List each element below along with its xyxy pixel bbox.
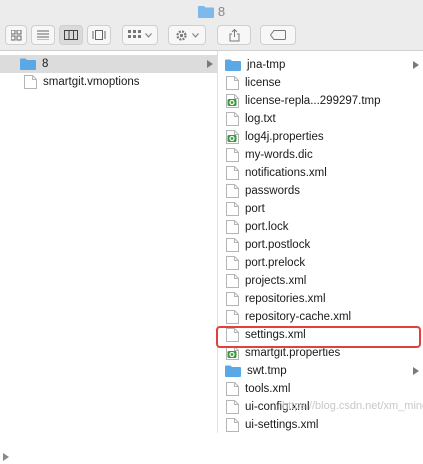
list-item[interactable]: log4j.properties [218, 128, 423, 146]
list-item[interactable]: projects.xml [218, 272, 423, 290]
document-icon [226, 184, 239, 198]
document-icon [226, 112, 239, 126]
chevron-down-icon [192, 32, 199, 38]
list-item[interactable]: swt.tmp [218, 362, 423, 380]
list-item[interactable]: port.lock [218, 218, 423, 236]
document-icon [226, 310, 239, 324]
title-bar: 8 [0, 0, 423, 22]
gear-icon [176, 29, 187, 41]
folder-icon [225, 365, 241, 377]
list-item[interactable]: my-words.dic [218, 146, 423, 164]
list-item[interactable]: port [218, 200, 423, 218]
folder-icon [20, 58, 36, 70]
properties-file-icon [226, 94, 239, 108]
toolbar [0, 22, 423, 51]
chevron-right-icon [413, 56, 419, 74]
list-item[interactable]: port.prelock [218, 254, 423, 272]
horizontal-scrollbar[interactable] [0, 450, 217, 464]
list-item-label: my-words.dic [245, 149, 313, 161]
list-item-label: port.prelock [245, 257, 306, 269]
list-item-label: smartgit.vmoptions [43, 76, 140, 88]
list-item[interactable]: tools.xml [218, 380, 423, 398]
list-item-label: license [245, 77, 281, 89]
list-item[interactable]: license [218, 74, 423, 92]
list-item-label: notifications.xml [245, 167, 327, 179]
list-item[interactable]: passwords [218, 182, 423, 200]
window-title-text: 8 [217, 3, 226, 19]
gallery-view-button[interactable] [87, 25, 111, 45]
group-icon [128, 29, 141, 38]
properties-file-icon [226, 130, 239, 144]
tags-button[interactable] [260, 25, 296, 45]
document-icon [226, 220, 239, 234]
chevron-right-icon [3, 453, 9, 461]
list-item[interactable]: log.txt [218, 110, 423, 128]
list-item-label: repositories.xml [245, 293, 326, 305]
list-item-label: 8 [42, 58, 49, 70]
list-item[interactable]: repositories.xml [218, 290, 423, 308]
column-root: 8 smartgit.vmoptions [0, 51, 218, 461]
list-item-label: jna-tmp [247, 59, 286, 71]
list-item-label: port.postlock [245, 239, 311, 251]
chevron-down-icon [145, 32, 152, 38]
column-view-button[interactable] [59, 25, 83, 45]
list-item-label: port [245, 203, 265, 215]
column-folder-8: jna-tmp license license-repla...299297.tmp… [218, 51, 423, 433]
list-item-label: tools.xml [245, 383, 291, 395]
document-icon [226, 148, 239, 162]
gallery-icon [92, 30, 106, 40]
window-title: 8 [197, 3, 226, 19]
share-icon [229, 28, 239, 41]
list-item[interactable]: jna-tmp [218, 56, 423, 74]
list-item-label: repository-cache.xml [245, 311, 352, 323]
list-item-label: log.txt [245, 113, 276, 125]
watermark: https://blog.csdn.net/xm_miner [282, 400, 423, 412]
list-item-folder-8[interactable]: 8 [0, 55, 217, 73]
list-icon [37, 30, 49, 40]
chevron-right-icon [413, 362, 419, 380]
list-item[interactable]: license-repla...299297.tmp [218, 92, 423, 110]
document-icon [226, 274, 239, 288]
document-icon [226, 256, 239, 270]
folder-icon [197, 5, 214, 18]
document-icon [226, 418, 239, 432]
share-button[interactable] [217, 25, 251, 45]
properties-file-icon [226, 346, 239, 360]
list-item-smartgit-vmoptions[interactable]: smartgit.vmoptions [0, 73, 217, 91]
chevron-right-icon [207, 55, 213, 73]
list-view-button[interactable] [31, 25, 55, 45]
grid-icon [10, 29, 21, 40]
list-item-label: smartgit.properties [245, 347, 341, 359]
list-item-label: passwords [245, 185, 300, 197]
document-icon [226, 202, 239, 216]
columns-icon [64, 30, 78, 40]
list-item-label: license-repla...299297.tmp [245, 95, 381, 107]
document-icon [226, 76, 239, 90]
icon-view-button[interactable] [5, 25, 27, 45]
list-item-label: ui-settings.xml [245, 419, 319, 431]
action-button[interactable] [168, 25, 206, 45]
document-icon [226, 292, 239, 306]
document-icon [226, 238, 239, 252]
list-item-label: projects.xml [245, 275, 307, 287]
list-item[interactable]: port.postlock [218, 236, 423, 254]
list-item[interactable]: repository-cache.xml [218, 308, 423, 326]
folder-icon [225, 59, 241, 71]
list-item-label: swt.tmp [247, 365, 287, 377]
tag-icon [270, 30, 286, 40]
list-item-label: log4j.properties [245, 131, 324, 143]
list-item[interactable]: notifications.xml [218, 164, 423, 182]
document-icon [226, 400, 239, 414]
document-icon [24, 75, 37, 89]
list-item[interactable]: ui-settings.xml [218, 416, 423, 433]
document-icon [226, 382, 239, 396]
highlight-box [216, 326, 421, 348]
list-item-label: port.lock [245, 221, 289, 233]
group-by-button[interactable] [122, 25, 158, 45]
document-icon [226, 166, 239, 180]
